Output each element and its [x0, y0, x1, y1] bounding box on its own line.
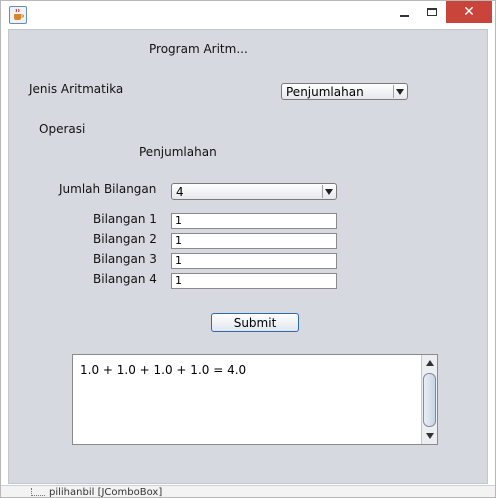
bilangan-2-label: Bilangan 2	[93, 232, 157, 246]
vertical-scrollbar[interactable]	[421, 355, 437, 444]
jenis-aritmatika-value: Penjumlahan	[286, 85, 364, 99]
minimize-icon	[399, 15, 409, 17]
java-cup-icon	[9, 6, 27, 24]
background-fragment-text: pilihanbil [JComboBox]	[49, 487, 163, 497]
title-bar[interactable]: ✕	[1, 1, 495, 29]
close-icon: ✕	[463, 4, 475, 20]
output-textarea[interactable]: 1.0 + 1.0 + 1.0 + 1.0 = 4.0	[72, 354, 438, 445]
scroll-down-icon[interactable]	[423, 429, 437, 443]
tree-connector-icon	[31, 488, 45, 496]
jumlah-bilangan-value: 4	[176, 185, 184, 199]
operasi-label: Operasi	[39, 122, 86, 136]
chevron-down-icon[interactable]	[322, 185, 335, 198]
form-panel: Program Aritm... Jenis Aritmatika Penjum…	[8, 29, 488, 484]
minimize-button[interactable]	[391, 1, 417, 23]
app-window: ✕ Program Aritm... Jenis Aritmatika Penj…	[0, 0, 496, 498]
bilangan-1-label: Bilangan 1	[93, 212, 157, 226]
submit-button[interactable]: Submit	[211, 313, 299, 332]
bilangan-4-label: Bilangan 4	[93, 272, 157, 286]
form-title: Program Aritm...	[149, 42, 248, 56]
bilangan-2-field[interactable]: 1	[171, 233, 337, 249]
scroll-up-icon[interactable]	[423, 356, 437, 370]
maximize-button[interactable]	[419, 1, 445, 23]
bilangan-3-field[interactable]: 1	[171, 253, 337, 269]
jenis-aritmatika-label: Jenis Aritmatika	[29, 82, 124, 96]
close-button[interactable]: ✕	[446, 1, 492, 23]
output-text: 1.0 + 1.0 + 1.0 + 1.0 = 4.0	[80, 363, 247, 377]
maximize-icon	[427, 8, 437, 16]
bilangan-3-label: Bilangan 3	[93, 252, 157, 266]
background-window-strip: pilihanbil [JComboBox]	[1, 485, 495, 497]
scroll-thumb[interactable]	[423, 373, 436, 427]
operasi-value: Penjumlahan	[139, 145, 217, 159]
jenis-aritmatika-combo[interactable]: Penjumlahan	[281, 83, 408, 100]
jumlah-bilangan-label: Jumlah Bilangan	[59, 182, 157, 196]
bilangan-4-field[interactable]: 1	[171, 273, 337, 289]
chevron-down-icon[interactable]	[393, 85, 406, 98]
jumlah-bilangan-combo[interactable]: 4	[171, 183, 337, 200]
bilangan-1-field[interactable]: 1	[171, 213, 337, 229]
